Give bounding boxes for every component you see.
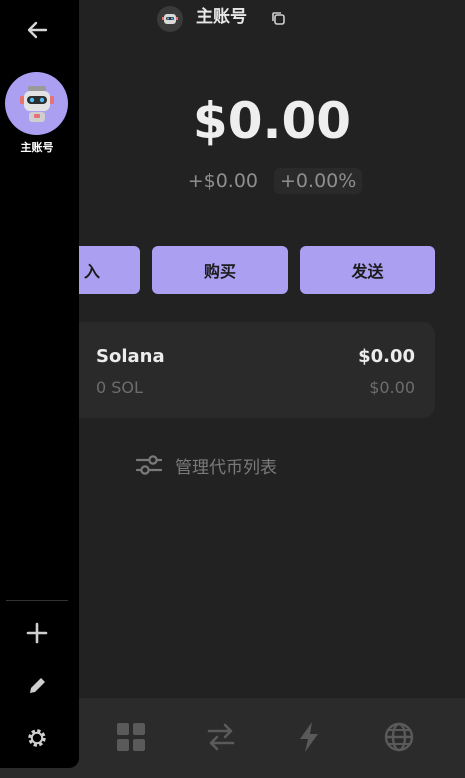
account-name[interactable]: 主账号 (196, 6, 247, 28)
nav-explore[interactable] (382, 720, 416, 754)
settings-button[interactable] (24, 725, 50, 751)
token-row-solana[interactable]: Solana 0 SOL $0.00 $0.00 (60, 322, 435, 418)
back-button[interactable] (24, 18, 50, 42)
back-arrow-icon (27, 21, 48, 39)
change-value: +$0.00 (187, 170, 259, 192)
token-name: Solana (96, 346, 165, 367)
sidebar-account-label[interactable]: 主账号 (0, 139, 74, 155)
nav-activity[interactable] (292, 720, 326, 754)
token-value: $0.00 (358, 346, 415, 367)
pencil-icon (30, 678, 45, 693)
copy-icon[interactable] (270, 10, 286, 26)
edit-account-button[interactable] (24, 673, 50, 699)
nav-home[interactable] (114, 720, 148, 754)
gear-icon (28, 729, 46, 747)
token-value-change: $0.00 (369, 378, 415, 397)
plus-icon (26, 622, 48, 644)
account-sidebar: 主账号 (0, 0, 79, 768)
swap-icon (207, 723, 235, 751)
manage-token-list-button[interactable]: 管理代币列表 (135, 452, 277, 478)
robot-avatar-icon (19, 85, 54, 122)
total-balance: $0.00 (192, 92, 352, 150)
send-label: 发送 (351, 262, 384, 281)
buy-button[interactable]: 购买 (152, 246, 288, 294)
sliders-icon (135, 455, 163, 475)
sidebar-account-avatar[interactable] (5, 72, 68, 135)
send-button[interactable]: 发送 (300, 246, 435, 294)
sidebar-divider (6, 600, 68, 601)
nav-swap[interactable] (204, 720, 238, 754)
grid-icon (117, 723, 145, 751)
robot-avatar-icon (162, 14, 178, 24)
lightning-icon (300, 722, 318, 752)
globe-icon (384, 722, 414, 752)
buy-label: 购买 (203, 262, 236, 281)
change-percent: +0.00% (274, 168, 363, 194)
balance-change: +$0.00 +0.00% (79, 168, 465, 194)
account-avatar[interactable] (157, 6, 183, 32)
receive-label: 入 (84, 262, 101, 281)
add-account-button[interactable] (24, 620, 50, 646)
manage-token-list-label: 管理代币列表 (175, 457, 277, 478)
token-amount: 0 SOL (96, 378, 143, 397)
